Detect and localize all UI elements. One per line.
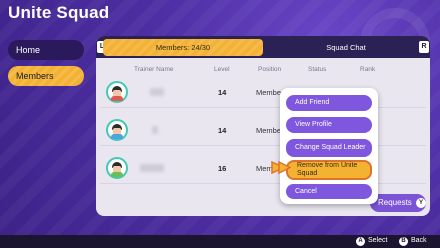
menu-item-label: Remove from Unite Squad <box>297 162 358 177</box>
column-header-rank: Rank <box>360 66 376 73</box>
y-button-icon: Y <box>416 198 426 208</box>
tab-bar: L Members: 24/30 Squad Chat R <box>96 36 430 58</box>
sidebar-item-home[interactable]: Home <box>8 40 84 60</box>
column-header-status: Status <box>308 66 327 73</box>
level-value: 14 <box>218 88 227 97</box>
requests-button[interactable]: Requests Y <box>370 194 426 212</box>
trainer-name-redacted <box>150 88 164 96</box>
back-label[interactable]: Back <box>411 237 427 244</box>
requests-label: Requests <box>378 198 412 207</box>
tab-squad-chat[interactable]: Squad Chat <box>276 39 416 56</box>
footer-controls: A Select B Back <box>0 235 440 248</box>
menu-item-label: Add Friend <box>295 99 330 106</box>
column-header-trainer-name: Trainer Name <box>134 66 174 73</box>
member-context-menu: Add Friend View Profile Change Squad Lea… <box>280 88 378 204</box>
b-button-icon: B <box>399 237 408 246</box>
menu-item-label: Change Squad Leader <box>295 144 366 151</box>
right-bumper-icon: R <box>419 41 429 53</box>
column-header-position: Position <box>258 66 282 73</box>
avatar <box>106 157 128 179</box>
selection-pointer-icon <box>271 161 291 174</box>
members-panel: L Members: 24/30 Squad Chat R Trainer Na… <box>96 36 430 216</box>
level-value: 16 <box>218 164 227 173</box>
sidebar-item-members[interactable]: Members <box>8 66 84 86</box>
page-title: Unite Squad <box>8 3 110 22</box>
remove-from-squad-button[interactable]: Remove from Unite Squad <box>286 160 372 180</box>
tab-members[interactable]: Members: 24/30 <box>103 39 263 56</box>
view-profile-button[interactable]: View Profile <box>286 117 372 133</box>
cancel-button[interactable]: Cancel <box>286 184 372 199</box>
avatar <box>106 119 128 141</box>
menu-item-label: Cancel <box>295 187 317 195</box>
trainer-name-redacted <box>152 126 158 134</box>
trainer-name-redacted <box>140 164 164 172</box>
column-header-level: Level <box>214 66 230 73</box>
level-value: 14 <box>218 126 227 135</box>
avatar <box>106 81 128 103</box>
menu-item-label: View Profile <box>295 121 332 128</box>
a-button-icon: A <box>356 237 365 246</box>
change-squad-leader-button[interactable]: Change Squad Leader <box>286 139 372 157</box>
add-friend-button[interactable]: Add Friend <box>286 95 372 111</box>
select-label[interactable]: Select <box>368 237 387 244</box>
